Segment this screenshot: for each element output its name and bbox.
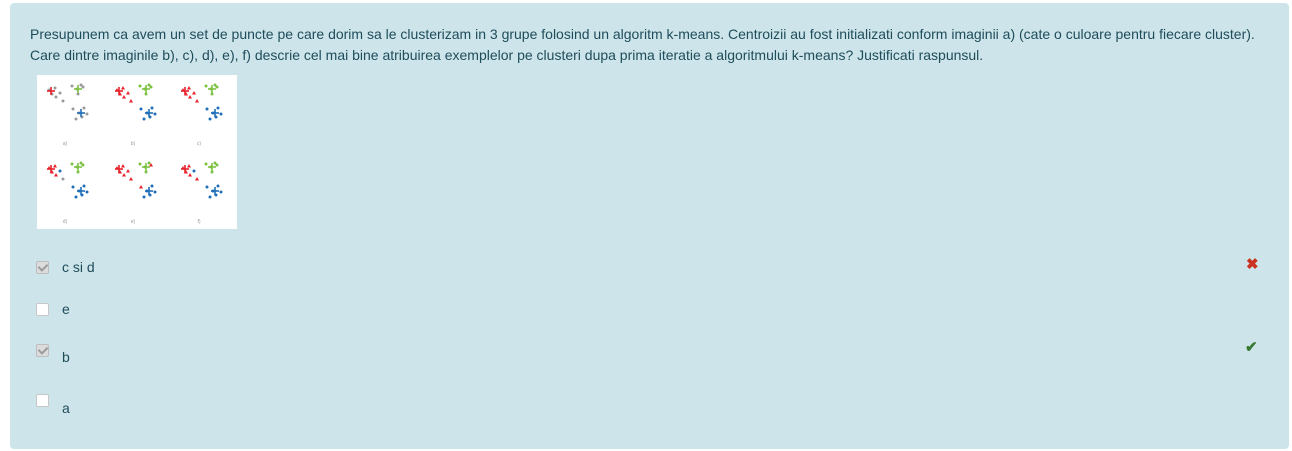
data-point [187,164,191,168]
data-point [70,162,74,166]
data-point [205,107,209,111]
option-label: c si d [62,259,95,275]
data-point [122,95,126,99]
data-point [150,106,154,110]
option-label: e [62,301,70,317]
data-point [204,84,208,88]
data-point [71,107,75,111]
data-point [149,85,153,89]
data-point [188,95,192,99]
data-point [147,161,151,165]
question-text: Presupunem ca avem un set de puncte pe c… [30,26,1255,63]
option-checkbox[interactable] [36,303,49,316]
data-point [205,185,209,189]
data-point [71,185,75,189]
data-point [58,169,62,173]
data-point [138,162,142,166]
data-point [138,84,142,88]
data-point [126,91,130,95]
option-checkbox[interactable] [36,344,49,357]
data-point [70,84,74,88]
data-point [192,91,196,95]
data-point [121,86,125,90]
kmeans-panels-image: a) b) c) d) e) f) [47,83,223,225]
data-point [188,173,192,177]
panel-label: f) [197,219,200,225]
option-label: a [62,400,70,416]
option-checkbox[interactable] [36,261,49,274]
option-checkbox[interactable] [36,394,49,407]
data-point [153,190,157,194]
check-icon: ✔ [1245,339,1258,356]
data-point [122,173,126,177]
data-point [153,112,157,116]
data-point [219,112,223,116]
panel-label: c) [197,141,202,147]
data-point [216,106,220,110]
panel-label: e) [131,219,136,225]
data-point [53,164,57,168]
data-point [129,177,133,181]
data-point [195,99,199,103]
data-point [215,85,219,89]
data-point [61,99,65,103]
data-point [74,195,78,199]
data-point [54,95,58,99]
data-point [58,91,62,95]
data-point [142,117,146,121]
data-point [195,177,199,181]
data-point [150,184,154,188]
data-point [208,195,212,199]
data-point [204,162,208,166]
data-point [192,169,196,173]
data-point [82,184,86,188]
data-point [215,163,219,167]
data-point [129,99,133,103]
data-point [85,112,89,116]
question-box: Presupunem ca avem un set de puncte pe c… [10,3,1289,449]
panel-label: b) [131,141,136,147]
data-point [54,173,58,177]
data-point [61,177,65,181]
data-point [139,185,143,189]
data-point [53,86,57,90]
data-point [121,164,125,168]
data-point [82,106,86,110]
data-point [216,184,220,188]
data-point [126,169,130,173]
data-point [139,107,143,111]
option-label: b [62,349,70,365]
panel-label: a) [63,141,68,147]
data-point [74,117,78,121]
panel-label: d) [63,219,68,225]
kmeans-figure: a) b) c) d) e) f) [37,75,237,229]
data-point [85,190,89,194]
data-point [219,190,223,194]
data-point [208,117,212,121]
data-point [142,195,146,199]
data-point [81,85,85,89]
data-point [187,86,191,90]
cross-icon: ✖ [1246,256,1259,273]
data-point [81,163,85,167]
